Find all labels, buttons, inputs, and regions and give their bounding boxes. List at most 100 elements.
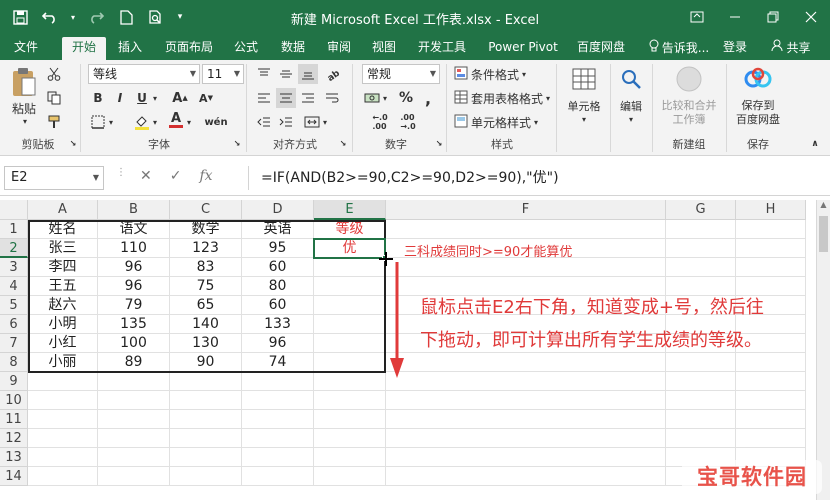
phonetic-icon[interactable]: wén <box>204 112 227 132</box>
column-header-c[interactable]: C <box>170 200 242 220</box>
align-left-icon[interactable] <box>254 88 274 108</box>
cell-d9[interactable] <box>242 372 314 391</box>
align-middle-icon[interactable] <box>276 64 296 84</box>
cut-icon[interactable] <box>44 64 64 84</box>
decrease-font-icon[interactable]: A ▼ <box>196 88 216 108</box>
cell-b10[interactable] <box>98 391 170 410</box>
column-header-f[interactable]: F <box>386 200 666 220</box>
cell-g1[interactable] <box>666 220 736 239</box>
format-painter-icon[interactable] <box>44 112 64 132</box>
save-to-label-line2[interactable]: 百度网盘 <box>728 112 788 126</box>
column-header-b[interactable]: B <box>98 200 170 220</box>
cell-f8[interactable] <box>386 353 666 372</box>
cell-h1[interactable] <box>736 220 806 239</box>
currency-icon[interactable] <box>362 88 382 108</box>
row-header-8[interactable]: 8 <box>0 353 28 372</box>
row-header-1[interactable]: 1 <box>0 220 28 239</box>
editing-label[interactable]: 编辑 <box>612 98 650 114</box>
comma-style-icon[interactable]: , <box>418 88 438 108</box>
cell-g2[interactable] <box>666 239 736 258</box>
formula-bar-handle[interactable]: ⋮ <box>116 168 126 178</box>
format-as-table-button[interactable]: 套用表格格式 ▾ <box>454 90 550 107</box>
row-header-14[interactable]: 14 <box>0 467 28 486</box>
font-name-combo[interactable]: 等线 ▼ <box>88 64 200 84</box>
tab-developer[interactable]: 开发工具 <box>412 37 472 60</box>
cell-c9[interactable] <box>170 372 242 391</box>
tab-insert[interactable]: 插入 <box>112 37 148 60</box>
cell-e14[interactable] <box>314 467 386 486</box>
cell-c10[interactable] <box>170 391 242 410</box>
cell-b12[interactable] <box>98 429 170 448</box>
cell-c14[interactable] <box>170 467 242 486</box>
cell-h2[interactable] <box>736 239 806 258</box>
cell-f13[interactable] <box>386 448 666 467</box>
merge-center-icon[interactable] <box>302 112 322 132</box>
font-color-dropdown-icon[interactable]: ▾ <box>184 112 194 132</box>
select-all-corner[interactable] <box>0 200 28 220</box>
paste-icon[interactable] <box>8 64 40 100</box>
paste-dropdown-icon[interactable]: ▾ <box>20 116 30 126</box>
vertical-scrollbar[interactable]: ▲ <box>816 200 830 500</box>
cell-e10[interactable] <box>314 391 386 410</box>
cell-b9[interactable] <box>98 372 170 391</box>
cell-f12[interactable] <box>386 429 666 448</box>
clipboard-launcher-icon[interactable]: ↘ <box>68 138 78 148</box>
compare-merge-label-line1[interactable]: 比较和合并 <box>654 98 724 112</box>
font-color-icon[interactable]: A <box>166 110 186 130</box>
cell-e11[interactable] <box>314 410 386 429</box>
cell-g10[interactable] <box>666 391 736 410</box>
column-header-d[interactable]: D <box>242 200 314 220</box>
cell-h11[interactable] <box>736 410 806 429</box>
scrollbar-thumb[interactable] <box>819 216 828 252</box>
tab-formulas[interactable]: 公式 <box>228 37 264 60</box>
row-header-11[interactable]: 11 <box>0 410 28 429</box>
align-top-icon[interactable] <box>254 64 274 84</box>
cell-b13[interactable] <box>98 448 170 467</box>
ribbon-display-options-icon[interactable] <box>678 0 716 34</box>
cell-e12[interactable] <box>314 429 386 448</box>
cell-b11[interactable] <box>98 410 170 429</box>
cell-f11[interactable] <box>386 410 666 429</box>
row-header-10[interactable]: 10 <box>0 391 28 410</box>
cell-b14[interactable] <box>98 467 170 486</box>
bold-icon[interactable]: B <box>88 88 108 108</box>
cell-f1[interactable] <box>386 220 666 239</box>
conditional-format-button[interactable]: 条件格式 ▾ <box>454 66 526 83</box>
row-header-12[interactable]: 12 <box>0 429 28 448</box>
cells-dropdown-icon[interactable]: ▾ <box>578 114 590 124</box>
row-header-9[interactable]: 9 <box>0 372 28 391</box>
selected-cell-e2[interactable] <box>313 238 386 259</box>
row-header-3[interactable]: 3 <box>0 258 28 277</box>
cell-f10[interactable] <box>386 391 666 410</box>
scroll-up-icon[interactable]: ▲ <box>817 200 830 214</box>
cell-h10[interactable] <box>736 391 806 410</box>
border-icon[interactable] <box>88 112 108 132</box>
row-header-2[interactable]: 2 <box>0 239 28 258</box>
align-bottom-icon[interactable] <box>298 64 318 84</box>
editing-icon[interactable] <box>616 64 646 94</box>
paste-label[interactable]: 粘贴 <box>6 100 42 116</box>
cell-a10[interactable] <box>28 391 98 410</box>
tab-home[interactable]: 开始 <box>62 37 106 60</box>
orientation-icon[interactable]: ab <box>322 64 342 84</box>
alignment-launcher-icon[interactable]: ↘ <box>338 138 348 148</box>
cell-g11[interactable] <box>666 410 736 429</box>
increase-indent-icon[interactable] <box>276 112 296 132</box>
cell-a13[interactable] <box>28 448 98 467</box>
column-header-a[interactable]: A <box>28 200 98 220</box>
cell-d14[interactable] <box>242 467 314 486</box>
cell-g9[interactable] <box>666 372 736 391</box>
cell-h12[interactable] <box>736 429 806 448</box>
cell-d11[interactable] <box>242 410 314 429</box>
tab-file[interactable]: 文件 <box>6 37 46 60</box>
formula-input[interactable]: =IF(AND(B2>=90,C2>=90,D2>=90),"优") <box>248 166 826 190</box>
copy-icon[interactable] <box>44 88 64 108</box>
number-format-combo[interactable]: 常规 ▼ <box>362 64 440 84</box>
save-to-label-line1[interactable]: 保存到 <box>728 98 788 112</box>
compare-merge-icon[interactable] <box>672 64 706 94</box>
cell-d13[interactable] <box>242 448 314 467</box>
cell-h8[interactable] <box>736 353 806 372</box>
font-launcher-icon[interactable]: ↘ <box>232 138 242 148</box>
cells-label[interactable]: 单元格 <box>562 98 606 114</box>
tab-view[interactable]: 视图 <box>366 37 402 60</box>
